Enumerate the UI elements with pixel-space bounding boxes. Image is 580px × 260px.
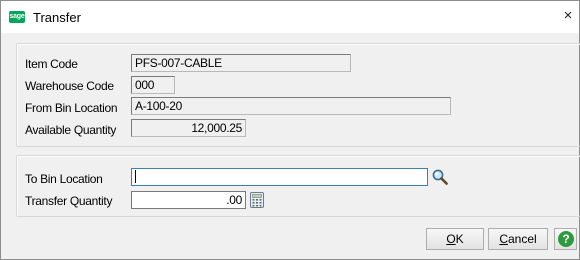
warehouse-code-field: 000 [131,76,175,94]
transfer-quantity-input[interactable]: .00 [131,191,246,209]
ok-label-rest: K [455,232,464,246]
available-quantity-label: Available Quantity [25,123,117,137]
help-icon: ? [558,231,574,247]
to-bin-location-label: To Bin Location [25,172,103,186]
calculator-icon[interactable] [249,192,265,208]
help-button[interactable]: ? [554,228,577,250]
ok-mnemonic: O [446,232,456,246]
cancel-mnemonic: C [499,232,508,246]
text-caret [135,170,136,184]
from-bin-location-label: From Bin Location [25,101,118,115]
close-button[interactable]: × [559,7,577,25]
warehouse-code-label: Warehouse Code [25,79,114,93]
cancel-button[interactable]: Cancel [488,228,548,250]
title-bar: sage Transfer × [1,1,579,33]
to-bin-location-input[interactable] [131,168,428,186]
transfer-dialog: sage Transfer × Item Code PFS-007-CABLE … [0,0,580,260]
search-icon[interactable] [431,168,449,186]
ok-button[interactable]: OK [426,228,484,250]
transfer-quantity-label: Transfer Quantity [25,194,113,208]
item-code-label: Item Code [25,57,78,71]
available-quantity-field: 12,000.25 [131,119,246,137]
item-code-field: PFS-007-CABLE [131,54,351,72]
cancel-label-rest: ancel [507,232,537,246]
from-bin-location-field: A-100-20 [131,97,451,115]
window-title: Transfer [33,10,81,25]
sage-logo-icon: sage [9,11,25,23]
